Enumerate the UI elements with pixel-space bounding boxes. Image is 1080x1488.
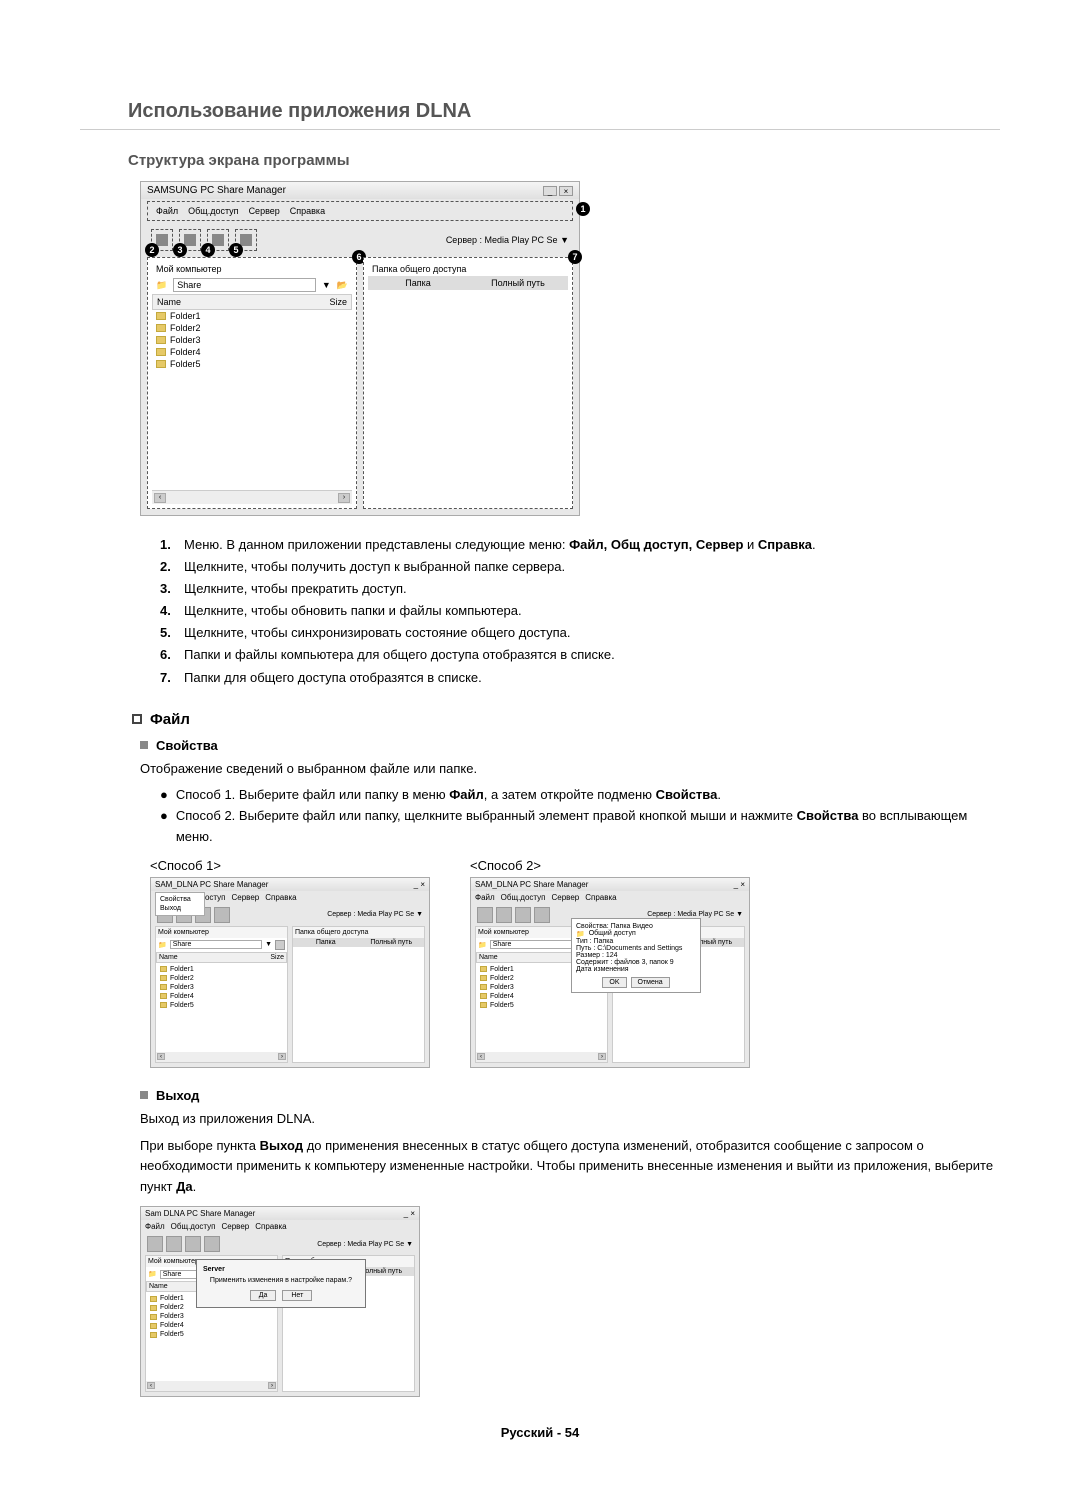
menu-file: Файл [156, 206, 178, 216]
exit-description-2: При выборе пункта Выход до применения вн… [80, 1136, 1000, 1198]
toolbar-icon-4: 4 [207, 229, 229, 251]
small-square-icon [140, 741, 148, 749]
col-path: Полный путь [468, 276, 568, 290]
menu-help: Справка [290, 206, 325, 216]
window-controls: _ × [543, 186, 573, 196]
menu-server: Сервер [249, 206, 280, 216]
close-icon: × [559, 186, 573, 196]
screenshot-exit-confirm: Sam DLNA PC Share Manager_ × Файл Общ.до… [140, 1206, 420, 1397]
method1-label: <Способ 1> [150, 858, 430, 873]
no-button: Нет [282, 1290, 312, 1301]
yes-button: Да [250, 1290, 277, 1301]
col-name: Name [157, 297, 284, 307]
folder-row: Folder1 [152, 310, 352, 322]
square-bullet-icon [132, 714, 142, 724]
toolbar-icon-3: 3 [179, 229, 201, 251]
folder-row: Folder5 [152, 358, 352, 370]
properties-dialog: Свойства: Папка Видео 📁Общий доступ Тип … [571, 918, 701, 993]
callout-3: 3 [173, 243, 187, 257]
subsection-exit: Выход [80, 1088, 1000, 1103]
callout-2: 2 [145, 243, 159, 257]
numbered-list: 1.Меню. В данном приложении представлены… [80, 534, 1000, 689]
file-menu-dropdown: Свойства Выход [155, 892, 205, 916]
folder-row: Folder2 [152, 322, 352, 334]
col-folder: Папка [368, 276, 468, 290]
screenshot-app-layout: SAMSUNG PC Share Manager _ × Файл Общ.до… [140, 181, 1000, 516]
col-size: Size [284, 297, 347, 307]
pane-right-title: Папка общего доступа [368, 262, 568, 276]
callout-1: 1 [576, 202, 590, 216]
server-label: Сервер : Media Play PC Se ▼ [446, 235, 569, 245]
subsection-properties: Свойства [80, 738, 1000, 753]
page-footer: Русский - 54 [0, 1425, 1080, 1440]
page-title: Использование приложения DLNA [80, 100, 1000, 130]
menubar: Файл Общ.доступ Сервер Справка 1 [147, 201, 573, 221]
props-description: Отображение сведений о выбранном файле и… [80, 759, 1000, 780]
callout-7: 7 [568, 250, 582, 264]
screenshot-method2: SAM_DLNA PC Share Manager_ × Файл Общ.до… [470, 877, 750, 1068]
callout-4: 4 [201, 243, 215, 257]
pane-my-computer: 6 Мой компьютер 📁 Share ▼ 📂 Name Size Fo… [147, 257, 357, 509]
method-list: ●Способ 1. Выберите файл или папку в мен… [80, 785, 1000, 847]
section-heading-layout: Структура экрана программы [80, 152, 1000, 169]
callout-5: 5 [229, 243, 243, 257]
small-square-icon [140, 1091, 148, 1099]
window-title: SAMSUNG PC Share Manager [147, 185, 286, 196]
ok-button: OK [602, 977, 626, 988]
screenshot-method1: SAM_DLNA PC Share Manager_ × Файл Общ.до… [150, 877, 430, 1068]
minimize-icon: _ [543, 186, 557, 196]
confirm-dialog: Server Применить изменения в настройке п… [196, 1259, 366, 1308]
section-file: Файл [80, 711, 1000, 728]
share-select: Share [173, 278, 316, 292]
pane-shared-folder: 7 Папка общего доступа Папка Полный путь [363, 257, 573, 509]
exit-description-1: Выход из приложения DLNA. [80, 1109, 1000, 1130]
menu-share: Общ.доступ [188, 206, 238, 216]
folder-row: Folder4 [152, 346, 352, 358]
pane-left-title: Мой компьютер [152, 262, 352, 276]
method2-label: <Способ 2> [470, 858, 750, 873]
scrollbar: ‹ › [152, 490, 352, 504]
cancel-button: Отмена [631, 977, 670, 988]
toolbar-icon-5: 5 [235, 229, 257, 251]
folder-row: Folder3 [152, 334, 352, 346]
toolbar-icon-2: 2 [151, 229, 173, 251]
